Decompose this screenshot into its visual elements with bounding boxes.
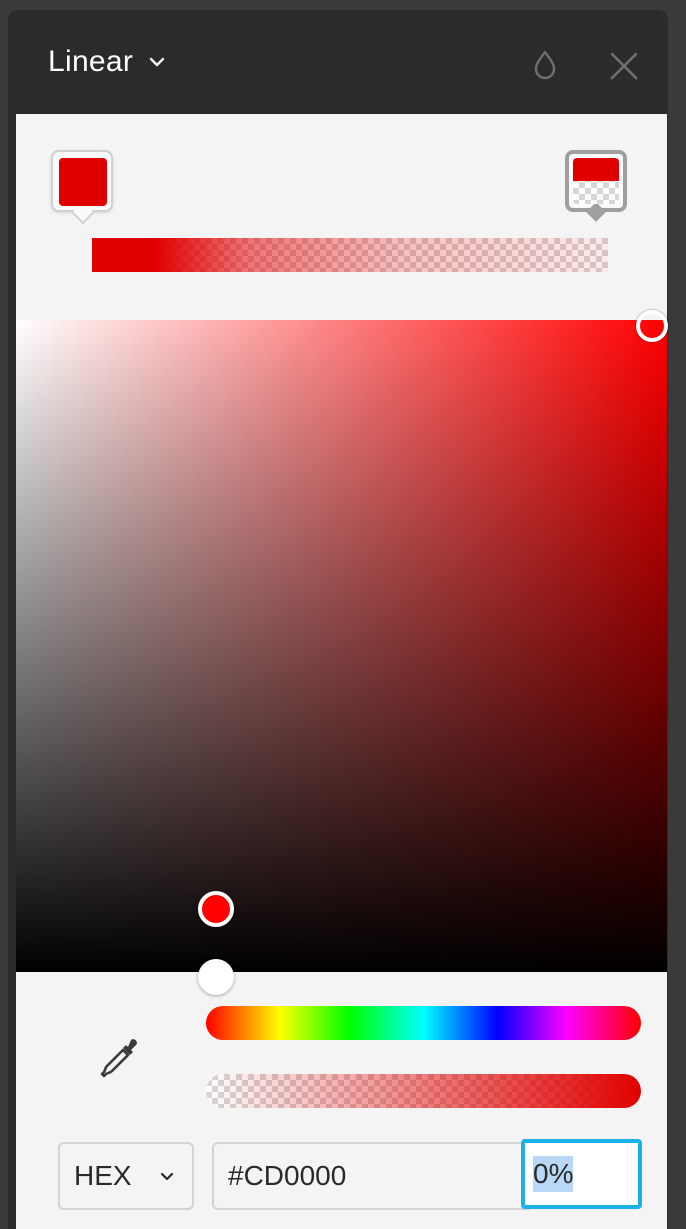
- gradient-stop-end[interactable]: [565, 150, 627, 222]
- alpha-slider[interactable]: [206, 1074, 641, 1108]
- color-selector-handle[interactable]: [636, 310, 668, 342]
- color-format-label: HEX: [74, 1160, 132, 1191]
- stop-pointer: [586, 202, 606, 222]
- panel-header: Linear: [8, 10, 668, 114]
- gradient-preview-fill: [92, 238, 608, 272]
- gradient-picker-panel: Linear HEX #CD0000 0%: [8, 10, 668, 1229]
- eyedropper-icon[interactable]: [98, 1034, 144, 1080]
- alpha-percent-input[interactable]: 0%: [521, 1139, 642, 1209]
- close-icon[interactable]: [608, 50, 640, 82]
- hue-slider-thumb[interactable]: [198, 891, 234, 927]
- brightness-layer: [16, 320, 667, 972]
- picker-content: HEX 0%: [16, 114, 667, 1229]
- hue-slider[interactable]: [206, 1006, 641, 1040]
- alpha-slider-fill: [206, 1074, 641, 1108]
- gradient-preview-bar[interactable]: [92, 238, 608, 272]
- color-format-dropdown[interactable]: HEX: [58, 1142, 194, 1210]
- alpha-percent-value: 0%: [533, 1156, 574, 1192]
- drop-icon[interactable]: [530, 48, 560, 82]
- saturation-brightness-area[interactable]: [16, 320, 667, 972]
- hex-color-input[interactable]: [212, 1142, 530, 1210]
- gradient-type-dropdown[interactable]: Linear: [48, 42, 167, 82]
- gradient-type-label: Linear: [48, 45, 134, 78]
- alpha-slider-thumb[interactable]: [198, 959, 234, 995]
- stop-end-swatch: [573, 158, 619, 204]
- stop-end-color-half: [573, 158, 619, 181]
- chevron-down-icon: [150, 57, 165, 67]
- stop-start-swatch: [59, 158, 107, 206]
- gradient-stop-start[interactable]: [51, 150, 113, 225]
- chevron-down-icon: [160, 1172, 174, 1181]
